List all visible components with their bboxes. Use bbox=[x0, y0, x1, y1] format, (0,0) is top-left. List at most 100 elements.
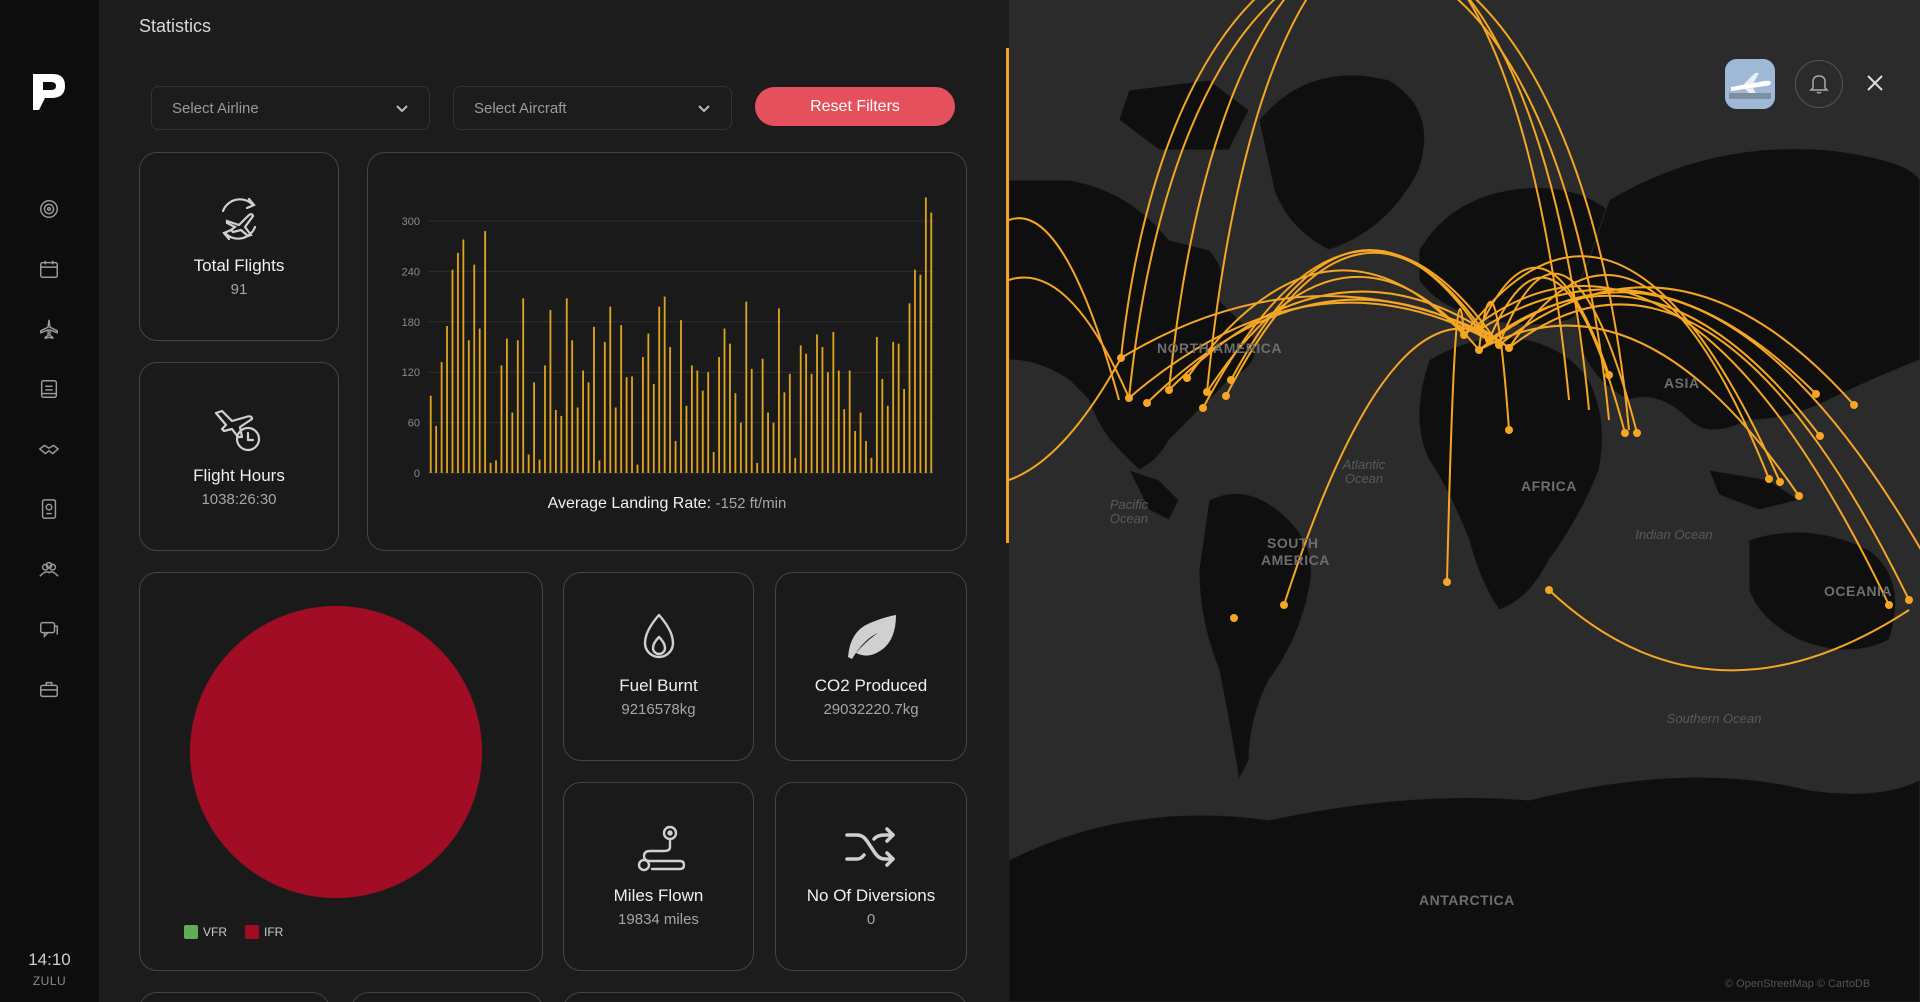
landing-rate-bar[interactable] bbox=[451, 269, 454, 473]
landing-rate-bar[interactable] bbox=[636, 464, 639, 473]
landing-rate-bar[interactable] bbox=[462, 239, 465, 473]
landing-rate-bar[interactable] bbox=[467, 340, 470, 473]
landing-rate-bar[interactable] bbox=[848, 370, 851, 473]
landing-rate-bar[interactable] bbox=[685, 405, 688, 473]
brand-logo[interactable] bbox=[31, 68, 67, 112]
landing-rate-bar[interactable] bbox=[875, 336, 878, 473]
landing-rate-bar[interactable] bbox=[756, 462, 759, 473]
community-icon[interactable] bbox=[36, 556, 62, 582]
airport-marker[interactable] bbox=[1795, 492, 1803, 500]
map-attribution[interactable]: © OpenStreetMap © CartoDB bbox=[1725, 978, 1870, 990]
airport-marker[interactable] bbox=[1222, 392, 1230, 400]
landing-rate-bar[interactable] bbox=[489, 462, 492, 473]
landing-rate-bar[interactable] bbox=[658, 306, 661, 473]
landing-rate-bar[interactable] bbox=[576, 407, 579, 473]
airport-marker[interactable] bbox=[1505, 426, 1513, 434]
landing-rate-bar[interactable] bbox=[854, 431, 857, 473]
landing-rate-bar[interactable] bbox=[663, 296, 666, 473]
landing-rate-bar[interactable] bbox=[603, 341, 606, 473]
reset-filters-button[interactable]: Reset Filters bbox=[755, 87, 955, 126]
landing-rate-bar[interactable] bbox=[500, 365, 503, 473]
airport-marker[interactable] bbox=[1905, 596, 1913, 604]
landing-rate-bar[interactable] bbox=[620, 325, 623, 473]
landing-rate-bar[interactable] bbox=[478, 328, 481, 473]
radar-icon[interactable] bbox=[36, 196, 62, 222]
landing-rate-bar[interactable] bbox=[881, 378, 884, 473]
landing-rate-bar[interactable] bbox=[554, 410, 557, 473]
airport-marker[interactable] bbox=[1765, 475, 1773, 483]
airport-marker[interactable] bbox=[1633, 429, 1641, 437]
airport-marker[interactable] bbox=[1203, 388, 1211, 396]
landing-rate-bar[interactable] bbox=[886, 405, 889, 473]
landing-rate-bar[interactable] bbox=[696, 370, 699, 473]
airport-marker[interactable] bbox=[1605, 371, 1613, 379]
landing-rate-bar[interactable] bbox=[647, 333, 650, 473]
landing-rate-bar[interactable] bbox=[614, 407, 617, 473]
landing-rate-bar[interactable] bbox=[505, 338, 508, 473]
legend-item-ifr[interactable]: IFR bbox=[245, 925, 283, 939]
airport-marker[interactable] bbox=[1443, 578, 1451, 586]
landing-rate-bar[interactable] bbox=[587, 382, 590, 473]
landing-rate-bar[interactable] bbox=[794, 457, 797, 473]
airport-marker[interactable] bbox=[1143, 399, 1151, 407]
logbook-icon[interactable] bbox=[36, 376, 62, 402]
landing-rate-bar[interactable] bbox=[734, 393, 737, 473]
airport-marker[interactable] bbox=[1475, 346, 1483, 354]
landing-rate-bar[interactable] bbox=[652, 383, 655, 473]
airport-marker[interactable] bbox=[1280, 601, 1288, 609]
landing-rate-bar[interactable] bbox=[527, 454, 530, 473]
landing-rate-bar[interactable] bbox=[457, 252, 459, 473]
landing-rate-bar[interactable] bbox=[870, 457, 873, 473]
landing-rate-bar[interactable] bbox=[903, 389, 905, 473]
landing-rate-bar[interactable] bbox=[598, 460, 601, 473]
landing-rate-bar[interactable] bbox=[750, 368, 753, 473]
landing-rate-bar[interactable] bbox=[908, 303, 911, 473]
plane-icon[interactable] bbox=[36, 316, 62, 342]
landing-rate-bar[interactable] bbox=[892, 341, 895, 473]
landing-rate-bar[interactable] bbox=[680, 320, 682, 473]
landing-rate-bar[interactable] bbox=[767, 412, 769, 473]
airport-marker[interactable] bbox=[1812, 390, 1820, 398]
landing-rate-bar[interactable] bbox=[859, 412, 862, 473]
landing-rate-bar[interactable] bbox=[571, 340, 574, 473]
landing-rate-bar[interactable] bbox=[761, 358, 764, 473]
pie-slice-ifr[interactable] bbox=[190, 606, 482, 898]
handshake-icon[interactable] bbox=[36, 436, 62, 462]
landing-rate-bar[interactable] bbox=[511, 412, 514, 473]
airport-marker[interactable] bbox=[1816, 432, 1824, 440]
landing-rate-bar[interactable] bbox=[745, 301, 748, 473]
landing-rate-bar[interactable] bbox=[495, 460, 497, 473]
landing-rate-bar[interactable] bbox=[560, 415, 563, 473]
close-button[interactable] bbox=[1862, 70, 1888, 96]
landing-rate-bar[interactable] bbox=[924, 197, 927, 474]
landing-rate-bar[interactable] bbox=[484, 231, 487, 473]
landing-rate-bar[interactable] bbox=[446, 326, 448, 473]
landing-rate-bar[interactable] bbox=[810, 373, 813, 473]
airport-marker[interactable] bbox=[1183, 374, 1191, 382]
landing-rate-bar[interactable] bbox=[718, 357, 720, 473]
landing-rate-bar[interactable] bbox=[538, 459, 541, 473]
airport-marker[interactable] bbox=[1227, 376, 1235, 384]
notifications-button[interactable] bbox=[1795, 60, 1843, 108]
landing-rate-bar[interactable] bbox=[778, 308, 780, 473]
landing-rate-bar[interactable] bbox=[930, 212, 933, 473]
briefcase-icon[interactable] bbox=[36, 676, 62, 702]
landing-rate-bar[interactable] bbox=[565, 298, 568, 473]
landing-rate-bar[interactable] bbox=[788, 373, 791, 473]
landing-rate-bar[interactable] bbox=[821, 347, 824, 473]
airport-marker[interactable] bbox=[1505, 344, 1513, 352]
landing-rate-bar[interactable] bbox=[772, 422, 775, 473]
user-avatar[interactable] bbox=[1725, 59, 1775, 109]
landing-rate-bar[interactable] bbox=[582, 370, 584, 473]
airport-marker[interactable] bbox=[1460, 331, 1468, 339]
landing-rate-bar[interactable] bbox=[435, 425, 438, 473]
airport-marker[interactable] bbox=[1199, 404, 1207, 412]
route-map[interactable]: NORTH AMERICA SOUTH AMERICA AFRICA ASIA … bbox=[1009, 0, 1920, 1002]
landing-rate-bar[interactable] bbox=[522, 298, 525, 473]
landing-rate-bar[interactable] bbox=[549, 310, 552, 473]
landing-rate-bar[interactable] bbox=[837, 370, 840, 473]
landing-rate-bar[interactable] bbox=[429, 395, 432, 473]
airport-marker[interactable] bbox=[1776, 478, 1784, 486]
landing-rate-bar[interactable] bbox=[631, 376, 633, 473]
airport-marker[interactable] bbox=[1485, 336, 1493, 344]
